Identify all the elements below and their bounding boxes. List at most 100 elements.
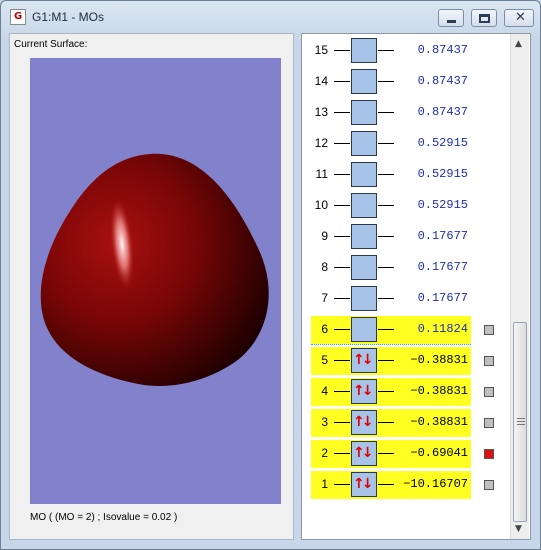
mo-row[interactable]: 12 0.52915 <box>302 128 512 159</box>
current-surface-label: Current Surface: <box>14 39 88 50</box>
level-line-left <box>334 205 350 206</box>
app-icon-glyph: G <box>14 11 23 22</box>
app-icon[interactable]: G <box>10 9 26 25</box>
level-line-left <box>334 174 350 175</box>
mo-row[interactable]: 7 0.17677 <box>302 283 512 314</box>
scrollbar[interactable]: ▲ ▼ <box>510 34 529 539</box>
mo-energy: 0.52915 <box>417 167 468 181</box>
surface-toggle-checkbox[interactable] <box>484 418 494 428</box>
maximize-icon <box>479 14 490 23</box>
mo-energy: 0.17677 <box>417 229 468 243</box>
mo-energy: 0.87437 <box>417 105 468 119</box>
scroll-up-icon[interactable]: ▲ <box>515 39 522 49</box>
minimize-button[interactable] <box>438 9 464 27</box>
mo-energy: −0.38831 <box>410 384 468 398</box>
mo-row[interactable]: 13 0.87437 <box>302 97 512 128</box>
mo-row[interactable]: 1 ↑↓ −10.16707 <box>302 469 512 500</box>
electron-pair-icon: ↑↓ <box>353 414 374 430</box>
homo-lumo-divider <box>311 344 471 345</box>
orbital-box[interactable] <box>351 317 377 342</box>
close-icon: ✕ <box>515 10 526 25</box>
orbital-box[interactable] <box>351 255 377 280</box>
mo-energy: 0.11824 <box>417 322 468 336</box>
orbital-box[interactable] <box>351 100 377 125</box>
mo-index: 8 <box>321 260 328 274</box>
level-line-left <box>334 112 350 113</box>
level-line-left <box>334 298 350 299</box>
surface-toggle-checkbox[interactable] <box>484 480 494 490</box>
mo-row[interactable]: 10 0.52915 <box>302 190 512 221</box>
surface-toggle-checkbox[interactable] <box>484 449 494 459</box>
mo-index: 3 <box>321 415 328 429</box>
orbital-box[interactable] <box>351 131 377 156</box>
level-line-left <box>334 329 350 330</box>
mo-row[interactable]: 5 ↑↓ −0.38831 <box>302 345 512 376</box>
mo-index: 7 <box>321 291 328 305</box>
mo-row[interactable]: 15 0.87437 <box>302 35 512 66</box>
orbital-box[interactable] <box>351 193 377 218</box>
surface-toggle-checkbox[interactable] <box>484 356 494 366</box>
mo-row[interactable]: 9 0.17677 <box>302 221 512 252</box>
mo-energy: −10.16707 <box>403 477 468 491</box>
level-line-left <box>334 236 350 237</box>
mo-energy: −0.69041 <box>410 446 468 460</box>
scroll-thumb[interactable] <box>513 322 527 522</box>
mo-energy: −0.38831 <box>410 353 468 367</box>
level-line-left <box>334 143 350 144</box>
orbital-surface-render <box>40 153 269 386</box>
level-line-left <box>334 360 350 361</box>
mo-index: 14 <box>314 74 328 88</box>
orbital-box[interactable]: ↑↓ <box>351 472 377 497</box>
orbital-box[interactable] <box>351 69 377 94</box>
mo-index: 2 <box>321 446 328 460</box>
level-line-left <box>334 484 350 485</box>
mo-energy: 0.17677 <box>417 260 468 274</box>
electron-pair-icon: ↑↓ <box>353 383 374 399</box>
mo-energy: 0.52915 <box>417 198 468 212</box>
orbital-box[interactable]: ↑↓ <box>351 348 377 373</box>
mo-index: 4 <box>321 384 328 398</box>
mo-index: 1 <box>321 477 328 491</box>
scroll-down-icon[interactable]: ▼ <box>515 524 522 534</box>
maximize-button[interactable] <box>471 9 497 27</box>
level-line-left <box>334 81 350 82</box>
orbital-lobe <box>40 153 269 386</box>
orbital-box[interactable] <box>351 286 377 311</box>
surface-viewport[interactable] <box>30 58 281 504</box>
mo-index: 5 <box>321 353 328 367</box>
surface-toggle-checkbox[interactable] <box>484 387 494 397</box>
level-line-left <box>334 453 350 454</box>
orbital-box[interactable] <box>351 38 377 63</box>
electron-pair-icon: ↑↓ <box>353 352 374 368</box>
mo-row[interactable]: 4 ↑↓ −0.38831 <box>302 376 512 407</box>
mo-row[interactable]: 8 0.17677 <box>302 252 512 283</box>
grip-icon <box>517 418 525 425</box>
orbital-box[interactable]: ↑↓ <box>351 441 377 466</box>
mo-row[interactable]: 14 0.87437 <box>302 66 512 97</box>
orbital-box[interactable]: ↑↓ <box>351 410 377 435</box>
mo-index: 9 <box>321 229 328 243</box>
orbital-box[interactable] <box>351 162 377 187</box>
orbital-box[interactable]: ↑↓ <box>351 379 377 404</box>
mo-energy: −0.38831 <box>410 415 468 429</box>
mo-index: 15 <box>314 43 328 57</box>
orbital-box[interactable] <box>351 224 377 249</box>
mo-index: 11 <box>315 167 328 181</box>
mo-row[interactable]: 11 0.52915 <box>302 159 512 190</box>
mo-row[interactable]: 2 ↑↓ −0.69041 <box>302 438 512 469</box>
minimize-icon <box>447 20 456 23</box>
level-line-left <box>334 267 350 268</box>
surface-toggle-checkbox[interactable] <box>484 325 494 335</box>
surface-status: MO ( (MO = 2) ; Isovalue = 0.02 ) <box>30 512 178 523</box>
mo-energy: 0.52915 <box>417 136 468 150</box>
mo-row[interactable]: 3 ↑↓ −0.38831 <box>302 407 512 438</box>
window-title: G1:M1 - MOs <box>32 10 105 24</box>
level-line-left <box>334 422 350 423</box>
title-bar[interactable]: G G1:M1 - MOs ✕ <box>1 1 540 33</box>
close-button[interactable]: ✕ <box>504 9 534 27</box>
mo-index: 12 <box>314 136 328 150</box>
electron-pair-icon: ↑↓ <box>353 476 374 492</box>
mo-energy: 0.17677 <box>417 291 468 305</box>
level-line-left <box>334 391 350 392</box>
mo-row[interactable]: 6 0.11824 <box>302 314 512 345</box>
